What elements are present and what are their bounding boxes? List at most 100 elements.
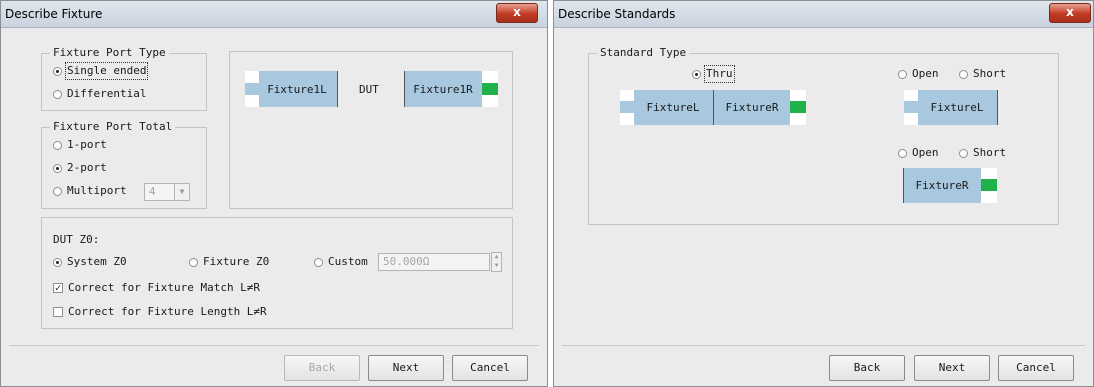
- thru-left-label: FixtureL: [646, 101, 700, 114]
- fixture-left-label: FixtureL: [930, 101, 984, 114]
- radio-label: Short: [973, 67, 1007, 80]
- port-stub: [904, 90, 918, 101]
- window-title: Describe Fixture: [5, 7, 103, 21]
- port-stub: [482, 71, 498, 83]
- port-stub: [620, 113, 634, 125]
- radio-thru[interactable]: Thru: [692, 65, 735, 83]
- port-stub: [904, 113, 918, 125]
- radio-single-ended[interactable]: Single ended: [53, 62, 149, 80]
- radio-custom[interactable]: Custom: [314, 255, 368, 269]
- radio-label: System Z0: [67, 255, 127, 268]
- radio-1-port[interactable]: 1-port: [53, 138, 107, 152]
- radio-label: Thru: [704, 65, 735, 83]
- radio-button[interactable]: [898, 69, 907, 79]
- radio-label: Single ended: [64, 62, 149, 80]
- footer-separator: [9, 345, 539, 346]
- close-button[interactable]: x: [1049, 3, 1091, 23]
- standard-type-legend: Standard Type: [597, 47, 690, 59]
- checkbox-label: Correct for Fixture Length L≠R: [68, 305, 267, 318]
- radio-multiport[interactable]: Multiport: [53, 184, 127, 198]
- radio-label: Multiport: [67, 184, 127, 197]
- radio-button[interactable]: [692, 69, 701, 79]
- port-type-group: Fixture Port Type: [41, 47, 207, 111]
- dut-label: DUT: [359, 83, 379, 96]
- radio-button[interactable]: [53, 140, 62, 150]
- port-total-legend: Fixture Port Total: [50, 121, 176, 133]
- radio-button[interactable]: [898, 148, 907, 158]
- radio-button[interactable]: [314, 257, 323, 267]
- chevron-down-icon[interactable]: ▼: [174, 184, 189, 200]
- fixture-left-standard: FixtureL: [904, 90, 998, 125]
- dut-z0-label: DUT Z0:: [53, 233, 100, 246]
- describe-standards-window: Describe Standards x Standard Type Thru …: [553, 0, 1094, 387]
- radio-label: Short: [973, 146, 1007, 159]
- port-stub: [981, 168, 997, 179]
- next-button[interactable]: Next: [914, 355, 990, 381]
- radio-button[interactable]: [189, 257, 198, 267]
- radio-label: Differential: [67, 87, 147, 100]
- fixture-left-label: Fixture1L: [267, 82, 327, 96]
- radio-short-left[interactable]: Short: [959, 67, 1006, 81]
- custom-z0-input[interactable]: 50.000Ω: [378, 253, 490, 271]
- port-stub: [790, 90, 806, 101]
- divider: [337, 71, 338, 107]
- port-stub: [790, 113, 806, 125]
- checkbox[interactable]: ✓: [53, 283, 63, 294]
- radio-label: Fixture Z0: [203, 255, 270, 268]
- radio-button[interactable]: [53, 163, 62, 173]
- port-type-legend: Fixture Port Type: [50, 47, 169, 59]
- fixture-right-label: Fixture1R: [413, 82, 473, 96]
- cancel-button[interactable]: Cancel: [998, 355, 1074, 381]
- thru-fixture-left: FixtureL: [620, 90, 714, 125]
- custom-z0-spinner[interactable]: ▲ ▼: [491, 252, 502, 272]
- radio-button[interactable]: [53, 89, 62, 99]
- divider: [404, 71, 405, 107]
- radio-open-right[interactable]: Open: [898, 146, 939, 160]
- radio-fixture-z0[interactable]: Fixture Z0: [189, 255, 269, 269]
- port-stub: [482, 95, 498, 107]
- divider: [997, 90, 998, 125]
- cancel-button[interactable]: Cancel: [452, 355, 528, 381]
- radio-system-z0[interactable]: System Z0: [53, 255, 127, 269]
- radio-label: Custom: [328, 255, 368, 268]
- radio-differential[interactable]: Differential: [53, 87, 146, 101]
- spin-down-icon[interactable]: ▼: [492, 262, 501, 271]
- radio-button[interactable]: [53, 66, 62, 76]
- title-bar: Describe Fixture x: [1, 1, 547, 28]
- radio-open-left[interactable]: Open: [898, 67, 939, 81]
- port-indicator: [981, 179, 997, 191]
- radio-2-port[interactable]: 2-port: [53, 161, 107, 175]
- window-title: Describe Standards: [558, 7, 676, 21]
- checkbox-label: Correct for Fixture Match L≠R: [68, 281, 261, 294]
- port-stub: [981, 191, 997, 203]
- checkbox-fixture-length[interactable]: Correct for Fixture Length L≠R: [53, 305, 267, 319]
- port-stub: [245, 71, 259, 83]
- checkbox[interactable]: [53, 307, 63, 317]
- thru-right-label: FixtureR: [725, 101, 779, 114]
- checkbox-fixture-match[interactable]: ✓ Correct for Fixture Match L≠R: [53, 281, 260, 295]
- fixture-right-label: FixtureR: [915, 179, 969, 192]
- next-button[interactable]: Next: [368, 355, 444, 381]
- radio-button[interactable]: [959, 69, 968, 79]
- back-button[interactable]: Back: [284, 355, 360, 381]
- radio-button[interactable]: [959, 148, 968, 158]
- port-indicator: [790, 101, 806, 113]
- radio-label: Open: [912, 146, 939, 159]
- port-indicator: [482, 83, 498, 95]
- radio-short-right[interactable]: Short: [959, 146, 1006, 160]
- footer-separator: [562, 345, 1085, 346]
- title-bar: Describe Standards x: [554, 1, 1093, 28]
- describe-fixture-window: Describe Fixture x Fixture Port Type Sin…: [0, 0, 548, 387]
- multiport-select[interactable]: 4 ▼: [144, 183, 190, 201]
- divider: [903, 168, 904, 203]
- radio-button[interactable]: [53, 186, 62, 196]
- radio-label: 1-port: [67, 138, 107, 151]
- back-button[interactable]: Back: [829, 355, 905, 381]
- radio-label: 2-port: [67, 161, 107, 174]
- multiport-value: 4: [149, 185, 156, 198]
- port-stub: [245, 95, 259, 107]
- radio-button[interactable]: [53, 257, 62, 267]
- close-button[interactable]: x: [496, 3, 538, 23]
- radio-label: Open: [912, 67, 939, 80]
- spin-up-icon[interactable]: ▲: [492, 253, 501, 262]
